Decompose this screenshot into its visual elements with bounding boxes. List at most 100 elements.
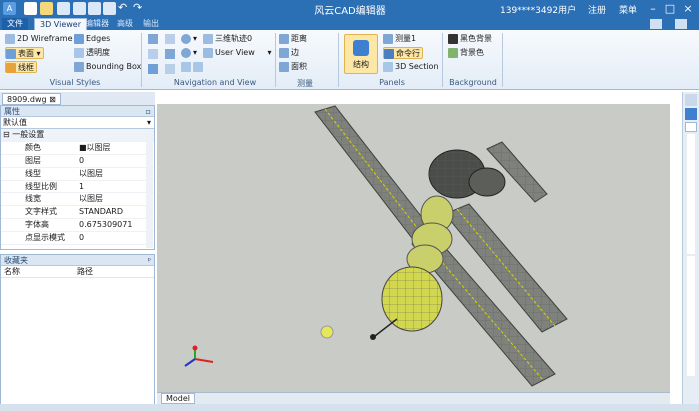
edges-button[interactable]: Edges <box>74 33 110 45</box>
property-row[interactable]: 线宽 以图层 <box>1 193 154 207</box>
transparency-icon <box>74 47 84 58</box>
print-preview-icon[interactable] <box>88 2 101 15</box>
surface-label: 表面 <box>18 49 34 58</box>
property-row[interactable]: 点显示模式 0 <box>1 232 154 246</box>
column-name[interactable]: 名称 <box>1 266 77 278</box>
side-scrollbar[interactable] <box>687 256 695 376</box>
document-tabs: 8909.dwg ⊠ <box>0 92 155 105</box>
zoom-in-icon <box>181 33 191 44</box>
distance-label: 距离 <box>291 34 307 43</box>
structure-button[interactable]: 结构 <box>344 34 378 74</box>
doc-tab[interactable]: 8909.dwg ⊠ <box>2 93 61 105</box>
save-icon[interactable] <box>57 2 70 15</box>
tab-editor[interactable]: 编辑器 <box>80 18 114 30</box>
new-file-icon[interactable] <box>24 2 37 15</box>
property-filter-select[interactable]: 默认值 ▾ <box>1 117 154 129</box>
command-line-button[interactable]: 命令行 <box>383 47 423 59</box>
filter-value: 默认值 <box>3 118 27 127</box>
zoom-window-icon[interactable] <box>165 34 175 44</box>
open-folder-icon[interactable] <box>40 2 53 15</box>
close-icon[interactable]: ⊠ <box>49 95 56 104</box>
favorites-panel: 收藏夹 ᵖ 名称 路径 <box>0 254 155 405</box>
black-bg-label: 黑色背景 <box>460 34 492 43</box>
wire-button[interactable]: 线框 <box>5 61 37 73</box>
minimize-button[interactable]: – <box>645 2 661 15</box>
wire-label: 线框 <box>18 63 34 72</box>
zoom-extents-icon[interactable] <box>148 49 158 59</box>
user-view-select[interactable]: User View ▾ <box>203 47 272 59</box>
property-row[interactable]: 线型 以图层 <box>1 168 154 181</box>
edge-icon <box>279 47 289 58</box>
side-tab[interactable] <box>685 122 697 132</box>
column-path[interactable]: 路径 <box>77 267 93 276</box>
separator <box>275 33 276 87</box>
view2-icon[interactable] <box>165 64 175 74</box>
tab-output[interactable]: 输出 <box>138 18 164 30</box>
user-account[interactable]: 139****3492用户 <box>500 3 576 16</box>
help-icon[interactable] <box>675 19 687 29</box>
measure-icon <box>383 33 393 44</box>
property-key: 图层 <box>25 155 41 165</box>
3d-viewport[interactable] <box>157 104 670 392</box>
edges-label: Edges <box>86 34 111 43</box>
property-section[interactable]: ⊟ 一般设置 <box>1 129 154 142</box>
3d-section-button[interactable]: 3D Section <box>383 61 439 73</box>
register-link[interactable]: 注册 <box>588 3 606 16</box>
app-logo-icon[interactable]: A <box>3 2 16 15</box>
measure1-button[interactable]: 测量1 <box>383 33 416 45</box>
layout-tabs: Model <box>157 392 670 404</box>
pin-icon[interactable]: ▫ <box>146 106 154 117</box>
collapse-icon[interactable] <box>685 94 697 106</box>
transparency-button[interactable]: 透明度 <box>74 47 110 59</box>
properties-scrollbar[interactable] <box>146 130 153 248</box>
view-icon[interactable] <box>148 64 158 74</box>
pan-icon[interactable] <box>148 34 158 44</box>
window-title: 风云CAD编辑器 <box>314 6 386 17</box>
maximize-button[interactable]: □ <box>662 2 678 15</box>
property-row[interactable]: 颜色 ■以图层 <box>1 142 154 155</box>
redo-icon[interactable]: ↷ <box>133 1 142 14</box>
property-row[interactable]: 文字样式 STANDARD <box>1 206 154 220</box>
title-bar: A ↶ ↷ 风云CAD编辑器 139****3492用户 注册 菜单 – □ × <box>0 0 699 18</box>
surface-icon <box>6 48 16 59</box>
property-key: 文字样式 <box>25 207 57 217</box>
3d-orbit-button[interactable]: 三维轨迹0 <box>203 33 252 45</box>
bounding-box-label: Bounding Box <box>86 62 142 71</box>
bounding-box-button[interactable]: Bounding Box <box>74 61 141 73</box>
pin-icon[interactable]: ᵖ <box>148 255 154 266</box>
background-color-button[interactable]: 背景色 <box>448 47 484 59</box>
black-background-button[interactable]: 黑色背景 <box>448 33 492 45</box>
property-key: 颜色 <box>25 142 41 152</box>
menu-link[interactable]: 菜单 <box>619 3 637 16</box>
property-row[interactable]: 线型比例 1 <box>1 181 154 194</box>
wireframe-icon <box>5 33 15 44</box>
wireframe-label: 2D Wireframe <box>17 34 73 43</box>
rotate-button[interactable] <box>181 61 205 73</box>
zoom-realtime-icon[interactable] <box>165 49 175 59</box>
print-icon[interactable] <box>103 2 116 15</box>
transparency-label: 透明度 <box>86 48 110 57</box>
edge-label: 边 <box>291 48 299 57</box>
2d-wireframe-button[interactable]: 2D Wireframe <box>5 33 73 45</box>
tab-advanced[interactable]: 高级 <box>112 18 138 30</box>
status-bar <box>0 404 699 411</box>
list-icon[interactable] <box>685 108 697 120</box>
style-menu-icon[interactable] <box>650 19 662 29</box>
edge-button[interactable]: 边 <box>279 47 299 59</box>
undo-icon[interactable]: ↶ <box>118 1 127 14</box>
zoom-in-button[interactable]: ▾ <box>181 33 197 45</box>
close-button[interactable]: × <box>680 2 696 15</box>
area-button[interactable]: 面积 <box>279 61 307 73</box>
property-row[interactable]: 字体高 0.675309071 <box>1 219 154 233</box>
separator <box>442 33 443 87</box>
background-title: Background <box>449 78 497 87</box>
zoom-out-button[interactable]: ▾ <box>181 47 197 59</box>
tab-file[interactable]: 文件 <box>2 18 28 30</box>
distance-button[interactable]: 距离 <box>279 33 307 45</box>
side-scrollbar[interactable] <box>687 134 695 254</box>
property-row[interactable]: 图层 0 <box>1 155 154 168</box>
surface-button[interactable]: 表面 ▾ <box>5 47 44 59</box>
model-tab[interactable]: Model <box>161 393 196 404</box>
save-all-icon[interactable] <box>73 2 86 15</box>
rotate-icon <box>181 61 191 72</box>
